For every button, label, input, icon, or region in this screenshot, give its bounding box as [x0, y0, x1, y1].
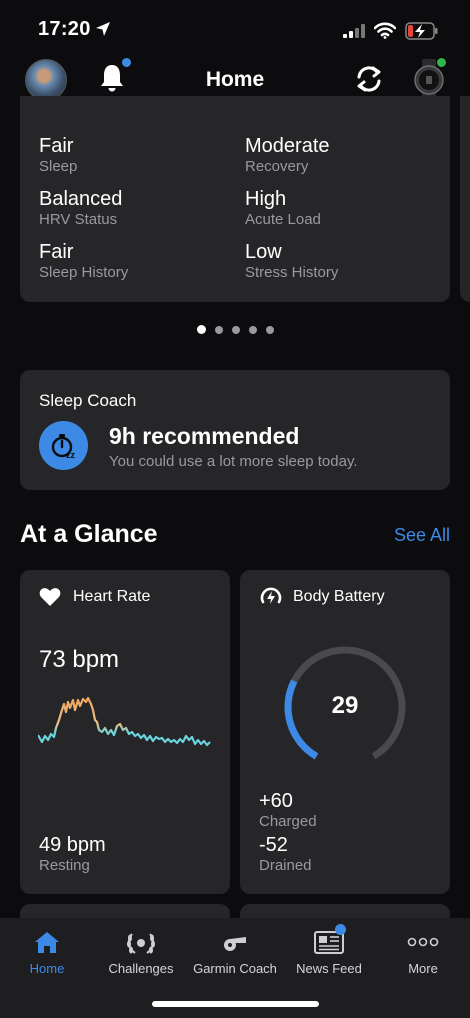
metric-stress-history: Low Stress History [245, 240, 338, 282]
next-card-peek[interactable] [460, 96, 470, 302]
page-title: Home [205, 68, 265, 91]
battery-charging-icon [405, 22, 439, 45]
tab-label: News Feed [296, 961, 362, 976]
body-battery-value: 29 [331, 692, 359, 719]
sleep-coach-message: You could use a lot more sleep today. [109, 453, 358, 470]
metric-recovery: Moderate Recovery [245, 134, 330, 176]
section-title: At a Glance [20, 520, 158, 548]
metric-sleep-history: Fair Sleep History [39, 240, 128, 282]
metric-sleep: Fair Sleep [39, 134, 77, 176]
whistle-icon [188, 928, 282, 956]
tab-label: Challenges [108, 961, 174, 976]
metric-label: Sleep [39, 158, 78, 175]
sleep-coach-title: Sleep Coach [39, 391, 137, 410]
metric-label: Acute Load [245, 211, 321, 228]
page-dot[interactable] [232, 326, 240, 334]
heart-rate-sparkline [38, 696, 211, 747]
metric-label: Recovery [245, 158, 309, 175]
sync-icon[interactable] [353, 63, 385, 100]
device-connected-badge [437, 58, 446, 67]
tab-label: Garmin Coach [193, 961, 277, 976]
tab-label: More [408, 961, 438, 976]
page-indicator[interactable] [197, 321, 283, 339]
page-dot[interactable] [249, 326, 257, 334]
status-time: 17:20 [38, 18, 91, 40]
svg-text:zz: zz [66, 450, 76, 460]
heart-icon [39, 587, 61, 612]
metric-value: Low [245, 241, 282, 263]
metric-value: Fair [39, 135, 74, 157]
home-icon [0, 928, 94, 956]
notification-badge [122, 58, 131, 67]
newspaper-icon [282, 928, 376, 956]
metric-value: High [245, 188, 287, 210]
sleep-coach-icon: zz [39, 421, 88, 470]
home-indicator [152, 1001, 319, 1007]
heart-rate-current: 73 bpm [39, 646, 120, 673]
readiness-summary-card[interactable]: Fair Sleep Moderate Recovery Balanced HR… [20, 96, 450, 302]
metric-label: Stress History [245, 264, 339, 281]
heart-rate-card[interactable]: Heart Rate 73 bpm 49 bpm Resting [20, 570, 230, 894]
sleep-coach-card[interactable]: Sleep Coach zz 9h recommended You could … [20, 370, 450, 490]
status-bar: 17:20 [0, 0, 470, 60]
see-all-link[interactable]: See All [394, 525, 450, 546]
page-dot[interactable] [215, 326, 223, 334]
charged-value: +60 [259, 790, 293, 812]
laurel-icon [94, 928, 188, 956]
metric-label: Sleep History [39, 264, 129, 281]
heart-rate-title: Heart Rate [73, 588, 151, 605]
resting-label: Resting [39, 857, 90, 874]
metric-value: Balanced [39, 188, 123, 210]
drained-value: -52 [259, 834, 288, 856]
news-feed-badge [335, 924, 346, 935]
metric-value: Moderate [245, 135, 330, 157]
sleep-recommendation: 9h recommended [109, 423, 300, 449]
cellular-signal-icon [343, 24, 367, 43]
page-dot[interactable] [197, 325, 206, 334]
metric-value: Fair [39, 241, 74, 263]
wifi-icon [373, 22, 397, 44]
body-battery-card[interactable]: Body Battery 29 +60 Charged -52 Drained [240, 570, 450, 894]
body-battery-icon [259, 585, 283, 614]
more-icon [376, 928, 470, 956]
page-dot[interactable] [266, 326, 274, 334]
metric-label: HRV Status [39, 211, 118, 228]
metric-hrv-status: Balanced HRV Status [39, 187, 122, 229]
location-arrow-icon [95, 21, 111, 42]
resting-heart-rate: 49 bpm [39, 834, 106, 856]
metric-acute-load: High Acute Load [245, 187, 321, 229]
tab-label: Home [29, 961, 65, 976]
charged-label: Charged [259, 813, 317, 830]
drained-label: Drained [259, 857, 312, 874]
body-battery-title: Body Battery [293, 588, 385, 605]
